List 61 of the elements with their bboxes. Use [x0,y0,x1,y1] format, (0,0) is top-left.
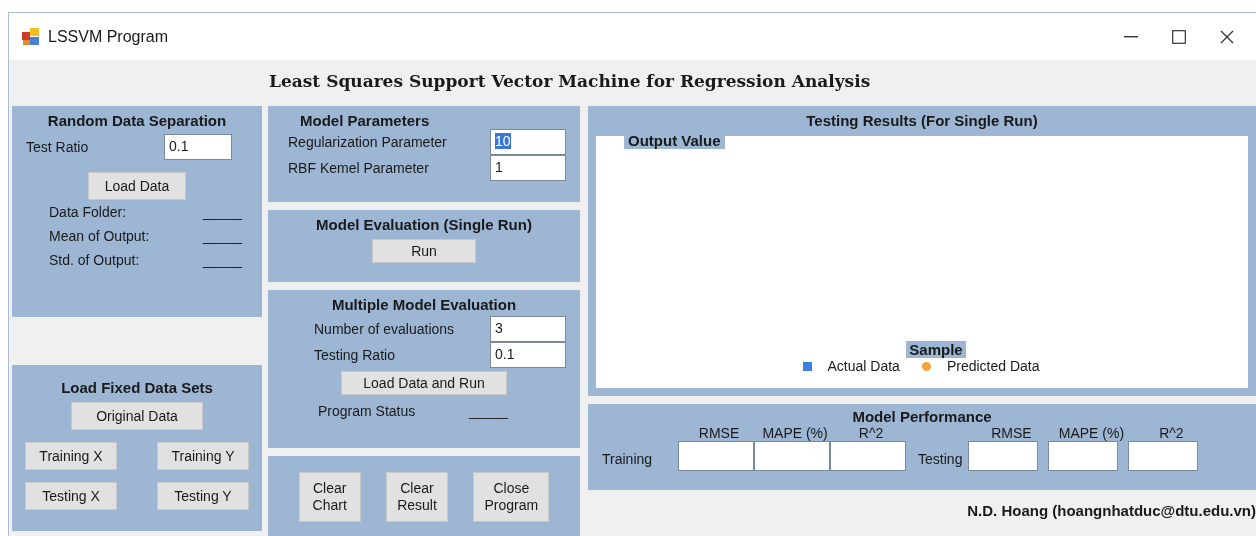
status-label: Program Status [318,403,416,419]
author-credit: N.D. Hoang (hoangnhatduc@dtu.edu.vn) [966,501,1256,519]
panel-title: Load Fixed Data Sets [60,378,214,396]
info-label: Std. of Output: [49,252,140,270]
metric-field[interactable] [678,441,755,471]
parameter-field[interactable]: 10 [490,129,566,155]
panel-title: Model Evaluation (Single Run) [315,215,533,233]
field-label: Test Ratio [26,139,89,155]
legend-label: Predicted Data [946,358,1040,374]
axis-title: Sample [906,341,966,358]
panel-title: Model Performance [851,407,993,425]
info-label: Data Folder: [49,204,127,222]
app-icon [22,27,40,46]
column-header: RMSE [990,425,1032,441]
data-set-button[interactable]: Training X [25,442,117,470]
close-icon[interactable] [1220,29,1234,44]
metric-field[interactable] [830,441,907,471]
maximize-icon[interactable] [1172,29,1186,44]
info-value: _____ [203,252,242,270]
data-set-button[interactable]: Testing Y [157,482,249,510]
action-button[interactable]: Clear Result [386,471,448,522]
metric-field[interactable] [754,441,831,471]
panel-title: Model Parameters [299,111,431,129]
metric-field[interactable] [968,441,1039,471]
field-label: Testing Ratio [314,347,395,363]
data-set-button[interactable]: Testing X [25,482,117,510]
chart-title: Testing Results (For Single Run) [805,111,1039,131]
field-label: RBF Kemel Parameter [288,160,429,176]
column-header: RMSE [697,425,740,441]
evaluation-field[interactable]: 0.1 [490,342,566,368]
column-header: MAPE (%) [1057,425,1125,441]
legend-label: Actual Data [827,358,900,374]
panel-title: Random Data Separation [46,111,228,129]
load-data-and-run-button[interactable]: Load Data and Run [341,371,507,395]
window-title: LSSVM Program [48,27,169,46]
info-label: Mean of Output: [49,228,150,246]
field-label: Regularization Parameter [288,134,447,150]
metric-field[interactable] [1128,441,1199,471]
evaluation-field[interactable]: 3 [490,316,566,342]
row-label: Training [602,451,653,469]
info-value: _____ [203,228,242,246]
data-set-button[interactable]: Training Y [157,442,249,470]
field-label: Number of evaluations [314,321,455,337]
action-button[interactable]: Clear Chart [298,471,361,522]
panel-title: Multiple Model Evaluation [330,295,518,313]
original-data-button[interactable]: Original Data [71,402,203,430]
column-header: R^2 [1158,425,1184,441]
test-ratio-field[interactable]: 0.1 [164,134,232,160]
column-header: R^2 [857,425,884,441]
metric-field[interactable] [1048,441,1119,471]
action-button[interactable]: Close Program [473,471,550,522]
column-header: MAPE (%) [761,425,828,441]
app-heading: Least Squares Support Vector Machine for Regression Analysis [269,70,872,93]
run-button[interactable]: Run [372,239,476,263]
info-value: _____ [203,204,242,222]
row-label: Testing [918,451,963,469]
minimize-icon[interactable] [1124,35,1138,38]
status-value: _____ [469,403,508,419]
parameter-field[interactable]: 1 [490,155,566,181]
load-data-button[interactable]: Load Data [88,172,186,200]
axis-title: Output Value [624,132,725,149]
